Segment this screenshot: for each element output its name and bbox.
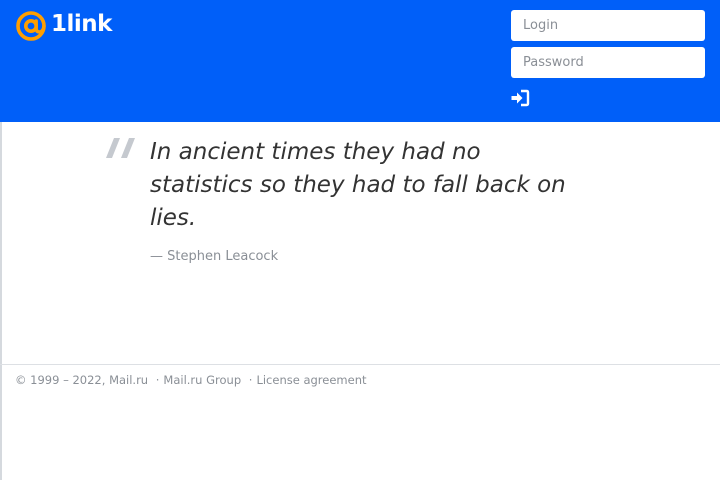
footer-link-mailru[interactable]: Mail.ru xyxy=(109,373,148,387)
quote-text: In ancient times they had no statistics … xyxy=(150,139,566,231)
quote-mark-icon xyxy=(106,138,135,158)
brand-name: 1link xyxy=(51,11,112,37)
quote-author: — Stephen Leacock xyxy=(150,249,279,264)
sign-in-button[interactable] xyxy=(510,88,532,108)
header-bar: 1link xyxy=(0,0,720,122)
sign-in-icon xyxy=(511,89,530,107)
login-input[interactable] xyxy=(511,10,705,41)
at-sign-logo-icon xyxy=(16,11,46,41)
copyright-text: © 1999 – 2022, xyxy=(15,373,106,387)
password-input[interactable] xyxy=(511,47,705,78)
footer-link-mailru-group[interactable]: Mail.ru Group xyxy=(163,373,241,387)
footer-link-license-agreement[interactable]: License agreement xyxy=(256,373,366,387)
logo-link[interactable]: 1link xyxy=(15,10,112,42)
footer-separator: · xyxy=(248,373,253,387)
footer: © 1999 – 2022, Mail.ru · Mail.ru Group · L… xyxy=(0,364,720,395)
footer-separator: · xyxy=(155,373,160,387)
